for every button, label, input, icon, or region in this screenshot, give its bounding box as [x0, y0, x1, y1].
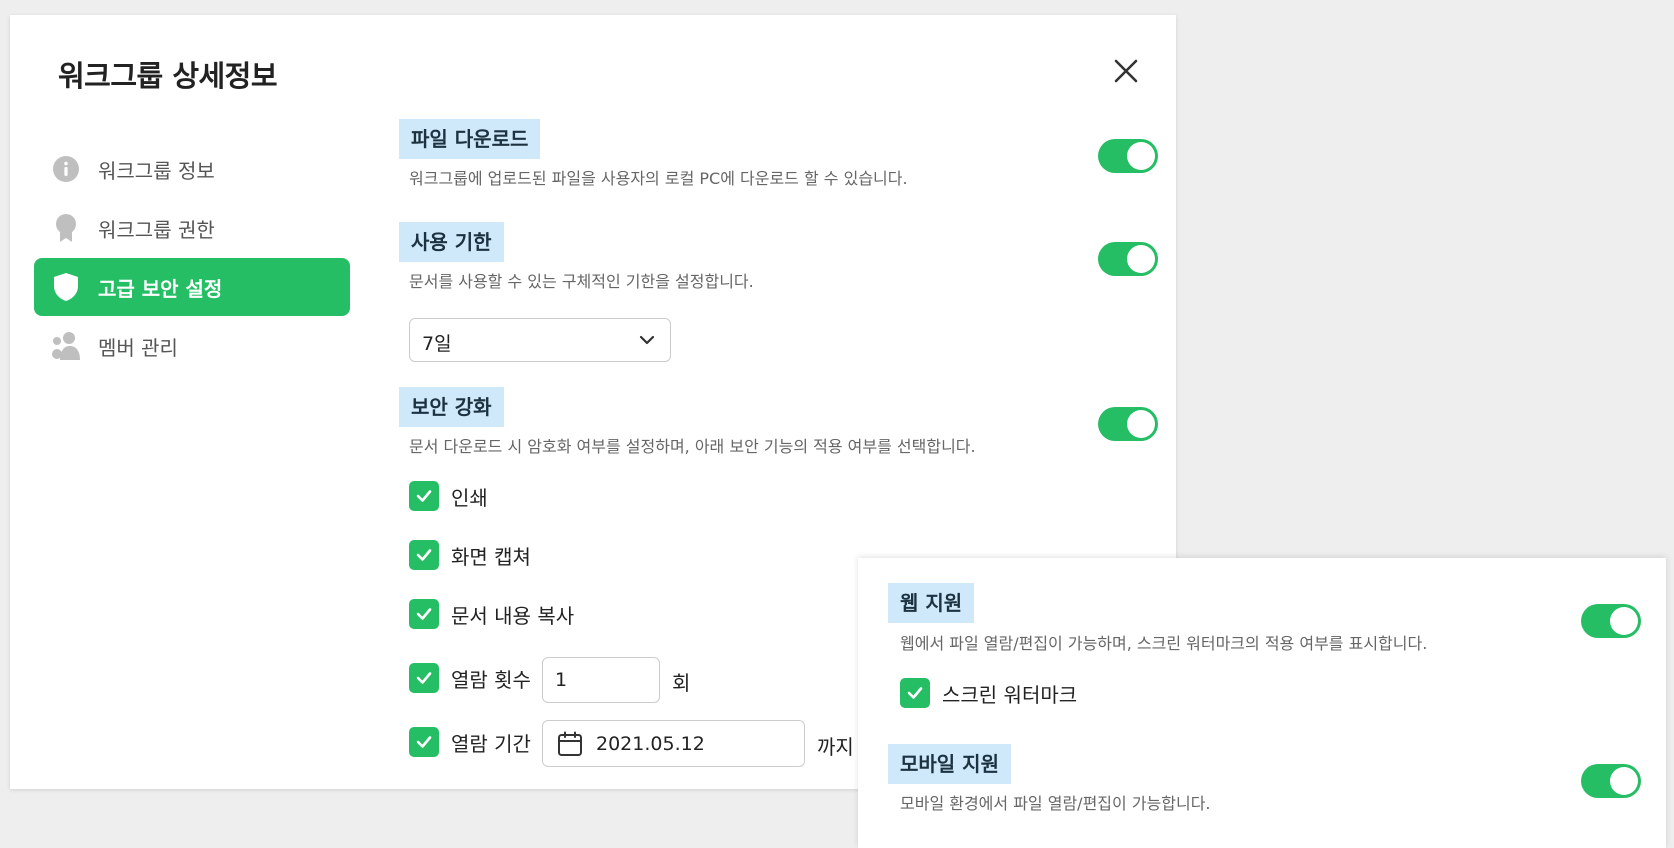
sidebar-item-label: 고급 보안 설정: [98, 276, 223, 301]
open-count-value: 1: [555, 669, 568, 691]
open-count-option: 열람 횟수: [409, 663, 531, 693]
usage-period-selected-value: 7일: [422, 333, 452, 355]
watermark-checkbox[interactable]: [900, 678, 930, 708]
check-icon: [416, 490, 432, 502]
open-period-option: 열람 기간: [409, 727, 531, 757]
file-download-title: 파일 다운로드: [399, 119, 541, 159]
print-label: 인쇄: [451, 485, 488, 510]
mobile-support-title: 모바일 지원: [888, 744, 1011, 784]
web-support-toggle[interactable]: [1581, 604, 1641, 638]
close-icon: [1114, 59, 1138, 83]
chevron-down-icon: [638, 331, 656, 353]
check-icon: [907, 687, 923, 699]
file-download-toggle[interactable]: [1098, 139, 1158, 173]
watermark-option: 스크린 워터마크: [900, 678, 1077, 708]
toggle-knob: [1127, 142, 1155, 170]
copy-content-checkbox[interactable]: [409, 599, 439, 629]
watermark-label: 스크린 워터마크: [942, 682, 1078, 707]
open-count-checkbox[interactable]: [409, 663, 439, 693]
usage-period-select[interactable]: 7일: [409, 318, 671, 362]
screen-capture-checkbox[interactable]: [409, 540, 439, 570]
toggle-knob: [1610, 607, 1638, 635]
close-button[interactable]: [1108, 53, 1144, 89]
open-period-label: 열람 기간: [451, 731, 531, 756]
sidebar-item-label: 워크그룹 정보: [98, 158, 215, 183]
open-period-suffix: 까지: [817, 735, 854, 759]
usage-period-description: 문서를 사용할 수 있는 구체적인 기한을 설정합니다.: [409, 272, 754, 291]
check-icon: [416, 672, 432, 684]
toggle-knob: [1610, 767, 1638, 795]
usage-period-title: 사용 기한: [399, 222, 504, 262]
open-period-date-input[interactable]: 2021.05.12: [542, 720, 805, 767]
info-icon: [51, 154, 81, 184]
sidebar-item-advanced-security[interactable]: 고급 보안 설정: [34, 258, 350, 316]
print-checkbox[interactable]: [409, 481, 439, 511]
open-count-suffix: 회: [672, 671, 691, 695]
sidebar-item-workgroup-info[interactable]: 워크그룹 정보: [34, 140, 350, 198]
sidebar-item-label: 멤버 관리: [98, 335, 178, 360]
usage-period-toggle[interactable]: [1098, 242, 1158, 276]
sidebar-item-workgroup-permission[interactable]: 워크그룹 권한: [34, 199, 350, 257]
mobile-support-description: 모바일 환경에서 파일 열람/편집이 가능합니다.: [900, 794, 1211, 813]
check-icon: [416, 549, 432, 561]
copy-content-label: 문서 내용 복사: [451, 603, 575, 628]
security-title: 보안 강화: [399, 387, 504, 427]
toggle-knob: [1127, 410, 1155, 438]
open-period-checkbox[interactable]: [409, 727, 439, 757]
security-description: 문서 다운로드 시 암호화 여부를 설정하며, 아래 보안 기능의 적용 여부를…: [409, 437, 976, 456]
screen-capture-option: 화면 캡쳐: [409, 540, 531, 570]
check-icon: [416, 736, 432, 748]
members-icon: [51, 331, 81, 361]
open-period-value: 2021.05.12: [596, 733, 705, 755]
security-toggle[interactable]: [1098, 407, 1158, 441]
mobile-support-toggle[interactable]: [1581, 764, 1641, 798]
calendar-icon: [557, 731, 583, 762]
check-icon: [416, 608, 432, 620]
sidebar-item-label: 워크그룹 권한: [98, 217, 215, 242]
screen-capture-label: 화면 캡쳐: [451, 544, 531, 569]
open-count-input[interactable]: 1: [542, 657, 660, 703]
modal-title: 워크그룹 상세정보: [58, 59, 278, 93]
print-option: 인쇄: [409, 481, 488, 511]
web-mobile-support-panel: 웹 지원 웹에서 파일 열람/편집이 가능하며, 스크린 워터마크의 적용 여부…: [858, 558, 1666, 848]
copy-content-option: 문서 내용 복사: [409, 599, 574, 629]
sidebar-item-member-management[interactable]: 멤버 관리: [34, 317, 350, 375]
open-count-label: 열람 횟수: [451, 667, 531, 692]
web-support-title: 웹 지원: [888, 583, 975, 623]
badge-icon: [51, 213, 81, 243]
toggle-knob: [1127, 245, 1155, 273]
web-support-description: 웹에서 파일 열람/편집이 가능하며, 스크린 워터마크의 적용 여부를 표시합…: [900, 634, 1428, 653]
file-download-description: 워크그룹에 업로드된 파일을 사용자의 로컬 PC에 다운로드 할 수 있습니다…: [409, 169, 908, 188]
shield-icon: [51, 272, 81, 302]
